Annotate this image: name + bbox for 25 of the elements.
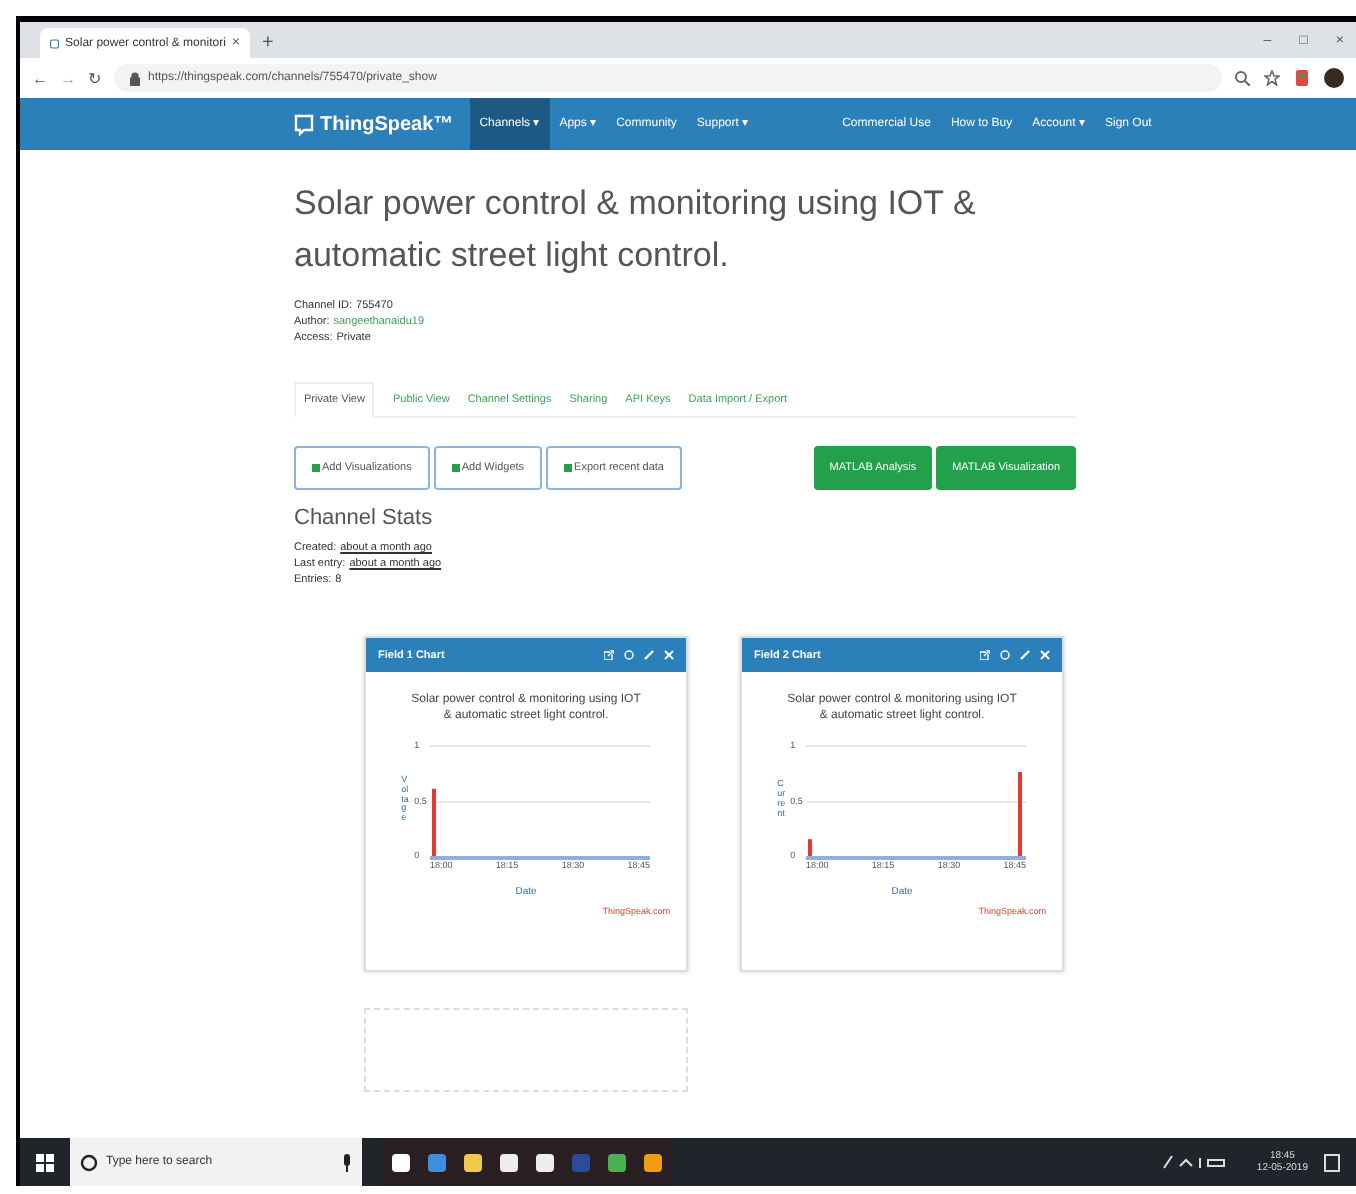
channel-title: Solar power control & monitoring using IOT & automatic street light control. (294, 182, 978, 278)
pencil-icon[interactable] (1020, 650, 1030, 660)
extension-icon[interactable] (1294, 68, 1310, 88)
pencil-icon[interactable] (644, 650, 654, 660)
windows-icon[interactable] (36, 1153, 54, 1171)
forward-button[interactable]: → (60, 69, 76, 87)
zoom-icon[interactable] (1234, 70, 1250, 86)
microphone-icon (342, 1153, 352, 1171)
star-icon[interactable] (1264, 70, 1280, 86)
new-tab-button[interactable]: + (262, 32, 274, 54)
logo-text[interactable]: ThingSpeak™ (320, 113, 454, 135)
avatar-icon[interactable] (1324, 68, 1344, 88)
speech-bubble-icon (294, 113, 314, 135)
reload-button[interactable]: ↻ (88, 69, 102, 87)
page-icon (50, 35, 60, 51)
back-button[interactable]: ← (32, 69, 48, 87)
external-link-icon[interactable] (604, 650, 614, 660)
external-link-icon[interactable] (980, 650, 990, 660)
notification-icon[interactable] (1324, 1153, 1340, 1171)
close-icon[interactable] (664, 650, 674, 660)
section-heading: Channel Stats (294, 506, 435, 530)
close-icon[interactable] (1040, 650, 1050, 660)
app-icon[interactable] (642, 1151, 664, 1173)
lock-icon (130, 71, 140, 85)
search-icon (80, 1153, 98, 1171)
